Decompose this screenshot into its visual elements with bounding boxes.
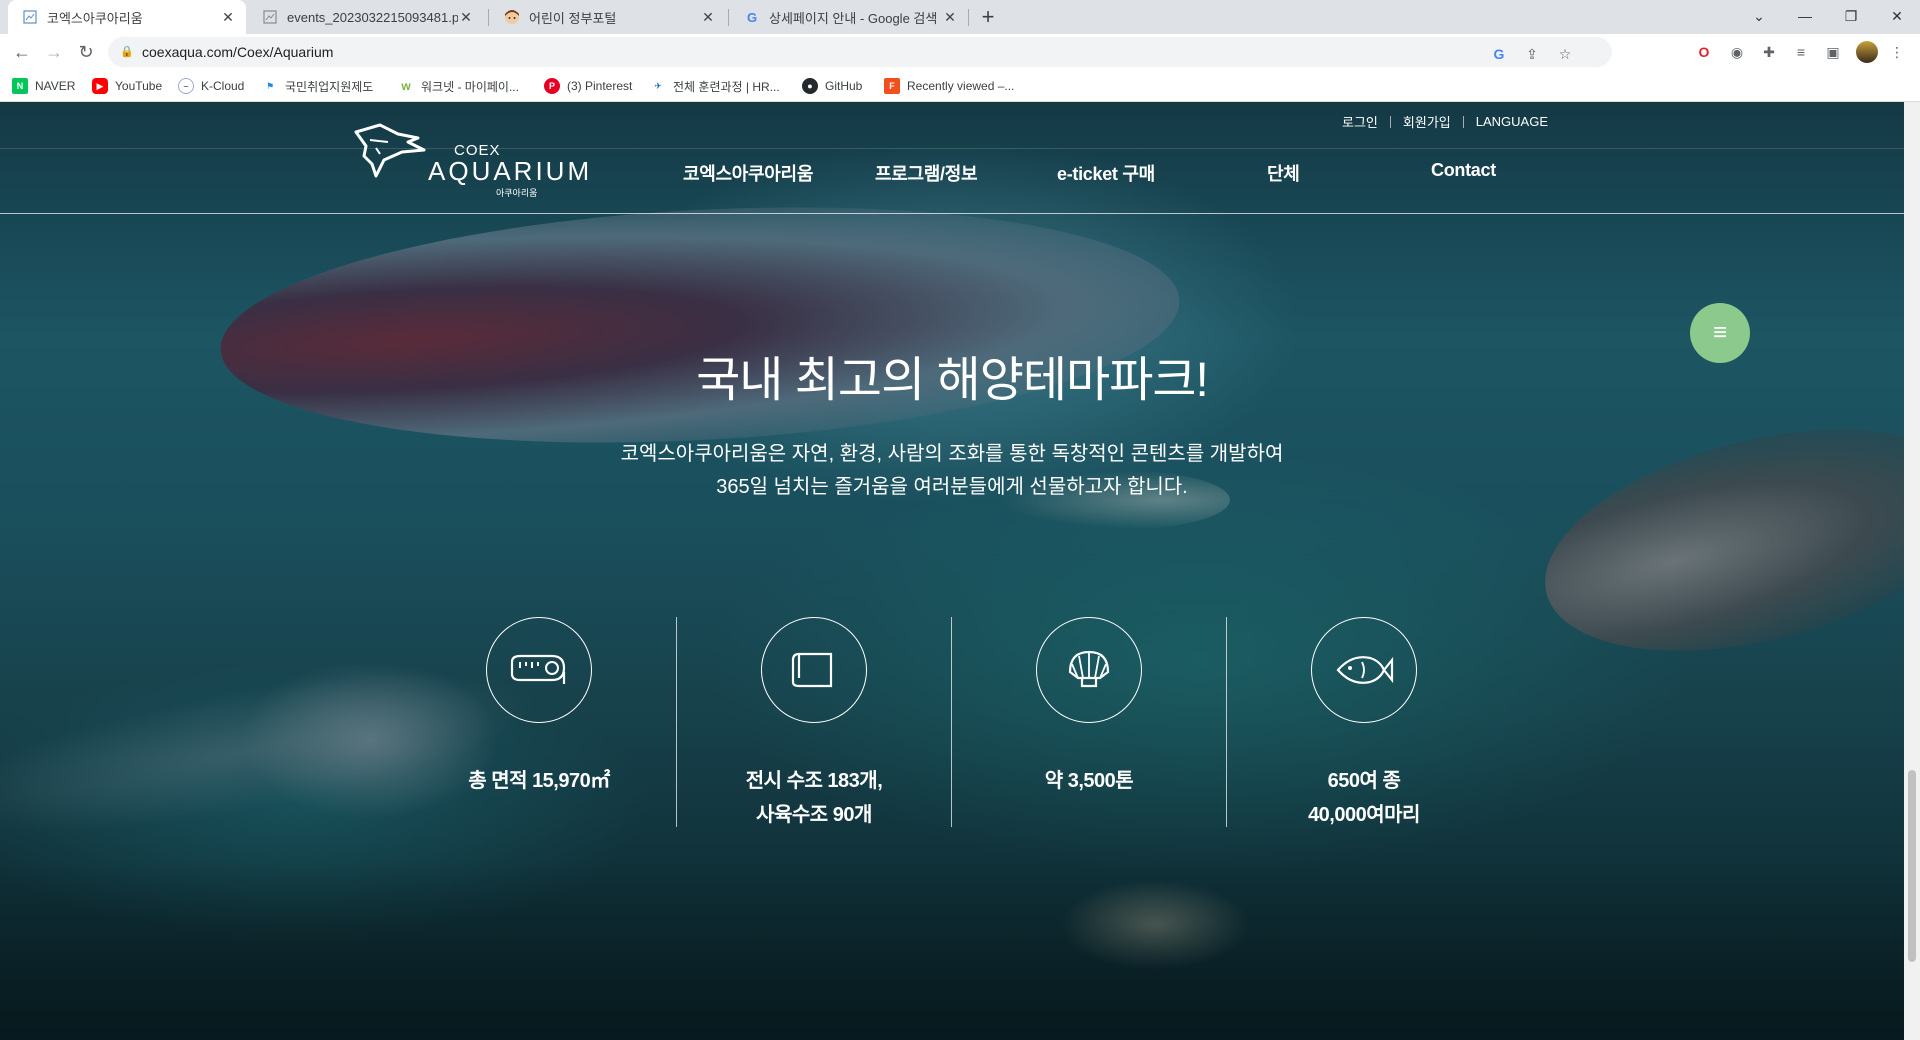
stat-species: 650여 종 40,000여마리 — [1227, 617, 1501, 827]
menu-kebab-icon[interactable]: ⋮ — [1888, 43, 1906, 61]
stat-text: 총 면적 15,970㎡ — [468, 770, 610, 792]
bookmark-k-cloud[interactable]: – K-Cloud — [178, 77, 244, 95]
bookmark-star-icon[interactable]: ☆ — [1556, 45, 1574, 63]
utility-nav: 로그인 회원가입 LANGUAGE — [1330, 112, 1560, 131]
lock-icon: 🔒 — [120, 46, 134, 58]
page-icon — [22, 9, 38, 25]
language-link[interactable]: LANGUAGE — [1464, 114, 1560, 129]
close-icon[interactable]: ✕ — [458, 9, 474, 26]
forward-icon[interactable]: → — [40, 38, 68, 66]
nav-group[interactable]: 단체 — [1267, 160, 1300, 186]
close-icon[interactable]: ✕ — [220, 9, 236, 26]
tab-title: 상세페이지 안내 - Google 검색 — [769, 10, 938, 26]
camera-extension-icon[interactable]: ◉ — [1728, 43, 1746, 61]
worknet-icon: ᴡ — [398, 78, 414, 94]
tab-title: 코엑스아쿠아리움 — [47, 10, 143, 26]
bookmark-employment-support[interactable]: ⚑ 국민취업지원제도 — [262, 77, 373, 95]
hero-description-line: 코엑스아쿠아리움은 자연, 환경, 사람의 조화를 통한 독창적인 콘텐츠를 개… — [620, 443, 1284, 465]
page-viewport — [0, 102, 1904, 1040]
new-tab-button[interactable]: + — [975, 4, 1001, 30]
tab-google-search[interactable]: G 상세페이지 안내 - Google 검색 ✕ — [730, 0, 968, 34]
opera-extension-icon[interactable]: O — [1695, 43, 1713, 61]
profile-avatar[interactable] — [1856, 41, 1878, 63]
header-divider — [0, 148, 1904, 149]
nav-program-info[interactable]: 프로그램/정보 — [875, 160, 978, 186]
nav-eticket[interactable]: e-ticket 구매 — [1057, 160, 1155, 186]
page-scrollbar[interactable] — [1904, 102, 1920, 1040]
tab-separator — [488, 9, 489, 26]
tab-title: events_2023032215093481.png — [287, 9, 458, 25]
fish-icon — [1311, 617, 1417, 723]
google-translate-icon[interactable]: G — [1490, 45, 1508, 63]
back-icon[interactable]: ← — [8, 38, 36, 66]
address-bar[interactable]: 🔒 coexaqua.com/Coex/Aquarium G ⇪ ☆ — [108, 37, 1612, 67]
shell-icon — [1036, 617, 1142, 723]
tab-separator — [728, 9, 729, 26]
measuring-tape-icon — [486, 617, 592, 723]
google-icon: G — [746, 9, 758, 25]
reload-icon[interactable]: ↻ — [72, 38, 100, 66]
stat-text: 650여 종 40,000여마리 — [1308, 770, 1420, 826]
hero-description-line: 365일 넘치는 즐거움을 여러분들에게 선물하고자 합니다. — [716, 476, 1188, 498]
header-bottom-line — [0, 213, 1904, 214]
tab-separator — [968, 9, 969, 26]
tab-events-image[interactable]: events_2023032215093481.png ✕ — [248, 0, 484, 34]
minimize-icon[interactable]: — — [1782, 0, 1828, 32]
nav-coex-aquarium[interactable]: 코엑스아쿠아리움 — [683, 160, 813, 186]
browser-tab-bar: 코엑스아쿠아리움 ✕ events_2023032215093481.png ✕… — [0, 0, 1920, 34]
reading-list-icon[interactable]: ≡ — [1792, 43, 1810, 61]
scroll-map-icon — [761, 617, 867, 723]
scrollbar-thumb[interactable] — [1908, 770, 1916, 962]
coex-aquarium-logo[interactable]: COEX AQUARIUM 아쿠아리움 — [350, 120, 589, 200]
cloud-icon: – — [178, 78, 194, 94]
stat-text: 약 3,500톤 — [1044, 770, 1134, 792]
tab-title: 어린이 정부포털 — [529, 10, 617, 26]
hero-title: 국내 최고의 해양테마파크! — [696, 354, 1209, 407]
stat-area: 총 면적 15,970㎡ — [402, 617, 676, 827]
logo-aquarium-text: AQUARIUM — [428, 156, 593, 186]
bookmark-figma[interactable]: F Recently viewed –... — [884, 77, 1014, 95]
pinterest-icon: P — [544, 78, 560, 94]
close-icon[interactable]: ✕ — [942, 9, 958, 26]
stat-tanks: 전시 수조 183개, 사육수조 90개 — [677, 617, 951, 827]
stat-text: 전시 수조 183개, 사육수조 90개 — [745, 770, 883, 826]
github-icon: ● — [802, 78, 818, 94]
browser-toolbar: ← → ↻ 🔒 coexaqua.com/Coex/Aquarium G ⇪ ☆… — [0, 34, 1920, 70]
face-icon — [504, 9, 520, 25]
stat-water: 약 3,500톤 — [952, 617, 1226, 827]
naver-icon: N — [12, 78, 28, 94]
logo-korean-text: 아쿠아리움 — [496, 188, 538, 198]
login-link[interactable]: 로그인 — [1330, 112, 1390, 131]
hero-description: 코엑스아쿠아리움은 자연, 환경, 사람의 조화를 통한 독창적인 콘텐츠를 개… — [0, 438, 1904, 504]
restore-icon[interactable]: ❐ — [1828, 0, 1874, 32]
background-sea-floor — [0, 860, 1904, 1040]
bookmark-hrd[interactable]: ✈ 전체 훈련과정 | HR... — [650, 77, 780, 95]
url-text[interactable]: coexaqua.com/Coex/Aquarium — [142, 44, 333, 60]
tab-search-icon[interactable]: ⌄ — [1736, 0, 1782, 32]
close-icon[interactable]: ✕ — [700, 9, 716, 26]
tab-kids-portal[interactable]: 어린이 정부포털 ✕ — [490, 0, 726, 34]
background-fish — [1522, 389, 1904, 691]
bookmark-worknet[interactable]: ᴡ 워크넷 - 마이페이... — [398, 77, 519, 95]
figma-icon: F — [884, 78, 900, 94]
youtube-icon: ▶ — [92, 78, 108, 94]
share-icon[interactable]: ⇪ — [1523, 45, 1541, 63]
hrd-icon: ✈ — [650, 78, 666, 94]
bookmark-youtube[interactable]: ▶ YouTube — [92, 77, 162, 95]
bookmarks-bar: N NAVER ▶ YouTube – K-Cloud ⚑ 국민취업지원제도 ᴡ 워크넷 … — [0, 70, 1920, 102]
page-icon — [262, 9, 278, 25]
bookmark-naver[interactable]: N NAVER — [12, 77, 75, 95]
close-window-icon[interactable]: ✕ — [1874, 0, 1920, 32]
signup-link[interactable]: 회원가입 — [1391, 112, 1463, 131]
ministry-icon: ⚑ — [262, 78, 278, 94]
bookmark-pinterest[interactable]: P (3) Pinterest — [544, 77, 632, 95]
bookmark-github[interactable]: ● GitHub — [802, 77, 862, 95]
nav-contact[interactable]: Contact — [1431, 160, 1496, 181]
extensions-puzzle-icon[interactable]: ✚ — [1760, 43, 1778, 61]
background-arapaima — [214, 185, 1186, 465]
tab-coex-aquarium[interactable]: 코엑스아쿠아리움 ✕ — [8, 0, 246, 34]
side-panel-icon[interactable]: ▣ — [1824, 43, 1842, 61]
